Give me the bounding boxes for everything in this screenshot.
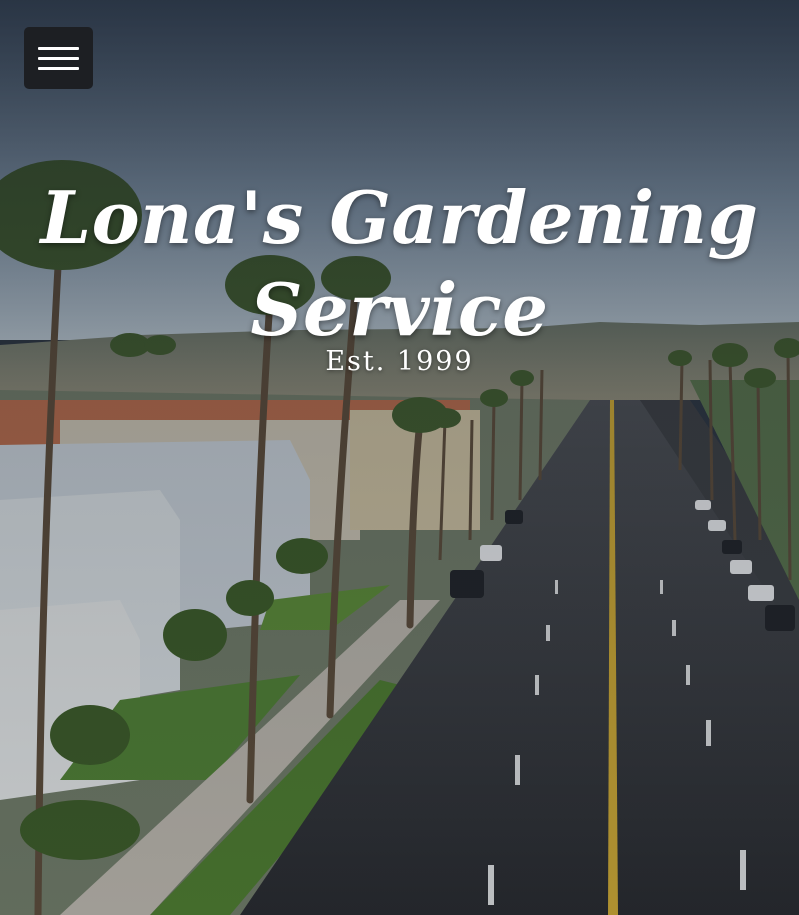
hamburger-menu-button[interactable] xyxy=(24,27,93,89)
hero-section xyxy=(0,0,799,915)
hamburger-menu-icon xyxy=(38,46,79,50)
site-title-line-2: Service xyxy=(250,267,549,352)
established-tagline: Est. 1999 xyxy=(325,346,474,377)
site-title: Lona's Gardening Service xyxy=(0,172,799,356)
hero-dark-overlay xyxy=(0,0,799,915)
hamburger-menu-icon-line xyxy=(38,56,79,60)
site-title-line-1: Lona's Gardening xyxy=(40,175,759,260)
hamburger-menu-icon-line xyxy=(38,66,79,70)
